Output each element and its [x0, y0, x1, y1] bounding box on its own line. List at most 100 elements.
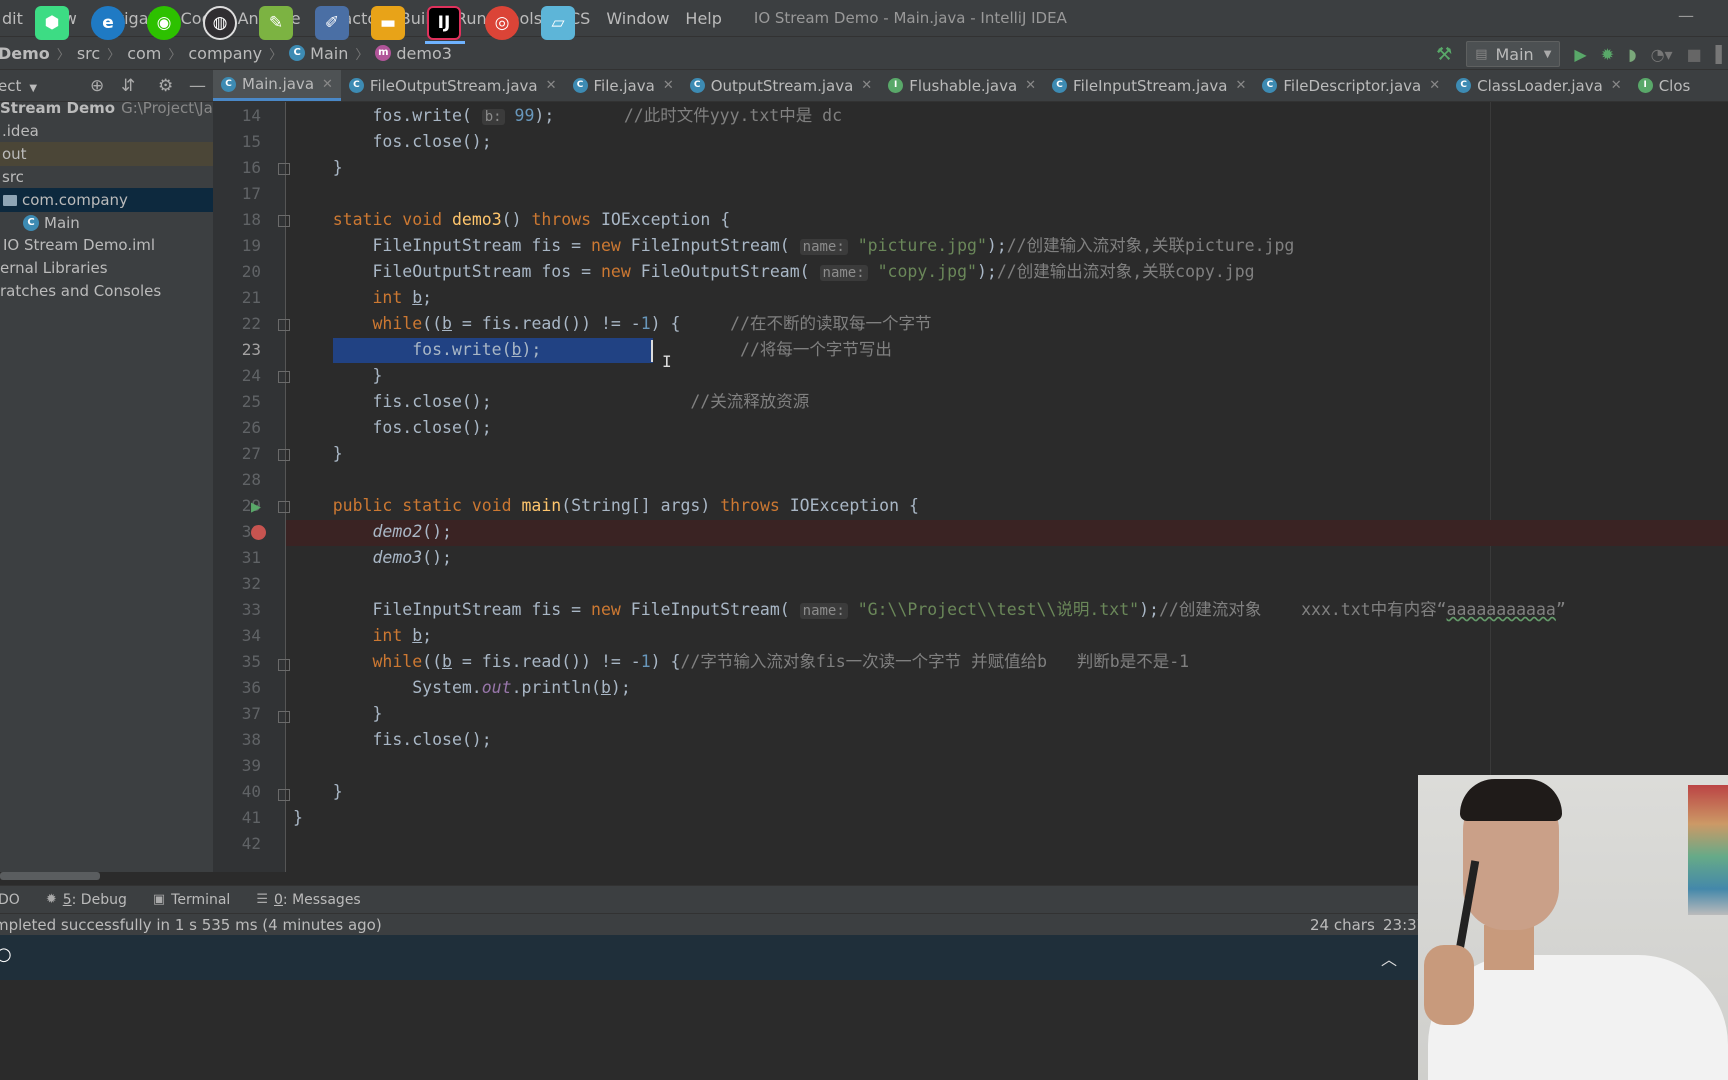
breadcrumb-src[interactable]: src	[77, 44, 100, 63]
tree-item-scratches[interactable]: ratches and Consoles	[0, 279, 213, 303]
breadcrumb-company[interactable]: company	[188, 44, 262, 63]
intellij-icon[interactable]: IJ	[427, 6, 461, 40]
hide-panel-icon[interactable]: —	[189, 76, 206, 96]
coverage-icon[interactable]: ◗	[1628, 45, 1636, 64]
code-line-18: static void demo3() throws IOException {	[332, 210, 731, 229]
tab-closeable-java[interactable]: I Clos	[1630, 70, 1699, 101]
tab-flushable-java[interactable]: I Flushable.java ✕	[880, 70, 1044, 101]
run-icon[interactable]: ▶	[1574, 45, 1586, 64]
notes-icon[interactable]: ▱	[541, 6, 575, 40]
build-hammer-icon[interactable]: ⚒	[1436, 44, 1452, 65]
tree-item-iml[interactable]: IO Stream Demo.iml	[0, 233, 213, 257]
tab-main-java[interactable]: C Main.java ✕	[213, 70, 341, 101]
close-icon[interactable]: ✕	[1025, 78, 1036, 93]
locate-target-icon[interactable]: ⊕	[90, 76, 104, 96]
breadcrumb-demo3[interactable]: m demo3	[375, 44, 452, 63]
menu-window[interactable]: Window	[598, 9, 677, 28]
breadcrumb-demo3-label: demo3	[396, 43, 452, 63]
menu-help[interactable]: Help	[677, 9, 729, 28]
paint-icon[interactable]: ✐	[315, 6, 349, 40]
tab-fileinputstream-java[interactable]: C FileInputStream.java ✕	[1044, 70, 1254, 101]
android-studio-icon[interactable]: ⬢	[35, 6, 69, 40]
fold-marker-icon[interactable]	[278, 789, 290, 801]
tree-item-out[interactable]: out	[0, 142, 213, 166]
line-number: 39	[241, 756, 261, 775]
close-icon[interactable]: ✕	[546, 78, 557, 93]
project-tree: Stream Demo G:\Project\Java\F .idea out s…	[0, 102, 213, 872]
fold-marker-icon[interactable]	[278, 215, 290, 227]
tool-debug-button[interactable]: ✹ 5: Debug	[46, 892, 127, 908]
close-icon[interactable]: ✕	[322, 77, 333, 92]
breadcrumb-main[interactable]: C Main	[289, 44, 348, 63]
gear-icon[interactable]: ⚙	[158, 76, 173, 96]
chevron-right-icon: 〉	[56, 47, 70, 63]
fold-marker-icon[interactable]	[278, 711, 290, 723]
tab-classloader-java[interactable]: C ClassLoader.java ✕	[1448, 70, 1630, 101]
tool-label: DO	[0, 891, 20, 908]
line-number: 21	[241, 288, 261, 307]
tree-item-idea[interactable]: .idea	[0, 119, 213, 143]
param-hint: b:	[481, 109, 505, 125]
tool-messages-button[interactable]: ☰ 0: Messages	[256, 892, 360, 908]
breadcrumb-com[interactable]: com	[127, 44, 161, 63]
line-number: 20	[241, 262, 261, 281]
chrome-icon[interactable]: ◎	[485, 6, 519, 40]
tab-label: Main.java	[242, 75, 315, 93]
code-line-29: public static void main(String[] args) t…	[332, 496, 919, 515]
line-number: 40	[241, 782, 261, 801]
tab-file-java[interactable]: C File.java ✕	[565, 70, 682, 101]
close-icon[interactable]: ✕	[861, 78, 872, 93]
notepad-icon[interactable]: ✎	[259, 6, 293, 40]
fold-marker-icon[interactable]	[278, 163, 290, 175]
tree-item-project-root[interactable]: Stream Demo G:\Project\Java\F	[0, 102, 213, 120]
tree-item-external-libraries[interactable]: ernal Libraries	[0, 256, 213, 280]
tool-terminal-button[interactable]: ▣ Terminal	[153, 892, 230, 908]
debug-bug-icon[interactable]: ✹	[1601, 45, 1614, 64]
collapse-all-icon[interactable]: ⇵	[121, 76, 135, 96]
tab-fileoutputstream-java[interactable]: C FileOutputStream.java ✕	[341, 70, 565, 101]
run-configuration-select[interactable]: ▤ Main ▼	[1466, 41, 1561, 67]
minimize-icon[interactable]: —	[1678, 6, 1694, 25]
line-number: 33	[241, 600, 261, 619]
wechat-icon[interactable]: ◉	[147, 6, 181, 40]
close-icon[interactable]: ✕	[1429, 78, 1440, 93]
obs-icon[interactable]: ◍	[203, 6, 237, 40]
code-line-27: }	[293, 444, 343, 463]
file-explorer-icon[interactable]: ▬	[371, 6, 405, 40]
edge-icon[interactable]: e	[91, 6, 125, 40]
fold-marker-icon[interactable]	[278, 449, 290, 461]
tray-chevron-up-icon[interactable]: ︿	[1381, 946, 1397, 970]
close-icon[interactable]: ✕	[1235, 78, 1246, 93]
close-icon[interactable]: ✕	[1611, 78, 1622, 93]
fold-marker-icon[interactable]	[278, 319, 290, 331]
tree-item-com-company[interactable]: com.company	[0, 188, 213, 212]
project-view-select[interactable]: ect ▼	[0, 77, 37, 95]
stop-icon[interactable]: ■	[1687, 45, 1702, 64]
fold-marker-icon[interactable]	[278, 371, 290, 383]
tool-todo-button[interactable]: DO	[0, 892, 20, 908]
editor-tab-bar: C Main.java ✕ C FileOutputStream.java ✕ C Fil…	[213, 70, 1728, 102]
tab-filedescriptor-java[interactable]: C FileDescriptor.java ✕	[1254, 70, 1448, 101]
breadcrumb-project[interactable]: Demo	[0, 44, 50, 63]
menu-edit[interactable]: dit	[0, 9, 31, 28]
horizontal-scrollbar[interactable]	[0, 872, 100, 880]
breakpoint-icon[interactable]	[251, 525, 266, 540]
chevron-down-icon: ▼	[1543, 48, 1552, 60]
class-icon: C	[689, 78, 705, 93]
status-message[interactable]: mpleted successfully in 1 s 535 ms (4 mi…	[0, 916, 382, 934]
class-icon: C	[1456, 78, 1472, 93]
search-icon[interactable]: ○	[0, 944, 12, 965]
webcam-overlay	[1418, 775, 1728, 1080]
close-icon[interactable]: ✕	[663, 78, 674, 93]
profile-icon[interactable]: ◔▾	[1651, 45, 1673, 64]
tree-item-src[interactable]: src	[0, 165, 213, 189]
class-icon: C	[348, 78, 364, 93]
tab-outputstream-java[interactable]: C OutputStream.java ✕	[682, 70, 880, 101]
more-icon[interactable]: ▌	[1716, 45, 1728, 64]
line-number: 26	[241, 418, 261, 437]
run-gutter-icon[interactable]: ▶	[251, 500, 261, 515]
method-icon: m	[375, 45, 392, 61]
fold-marker-icon[interactable]	[278, 501, 290, 513]
fold-marker-icon[interactable]	[278, 659, 290, 671]
tree-item-main[interactable]: C Main	[0, 211, 213, 235]
